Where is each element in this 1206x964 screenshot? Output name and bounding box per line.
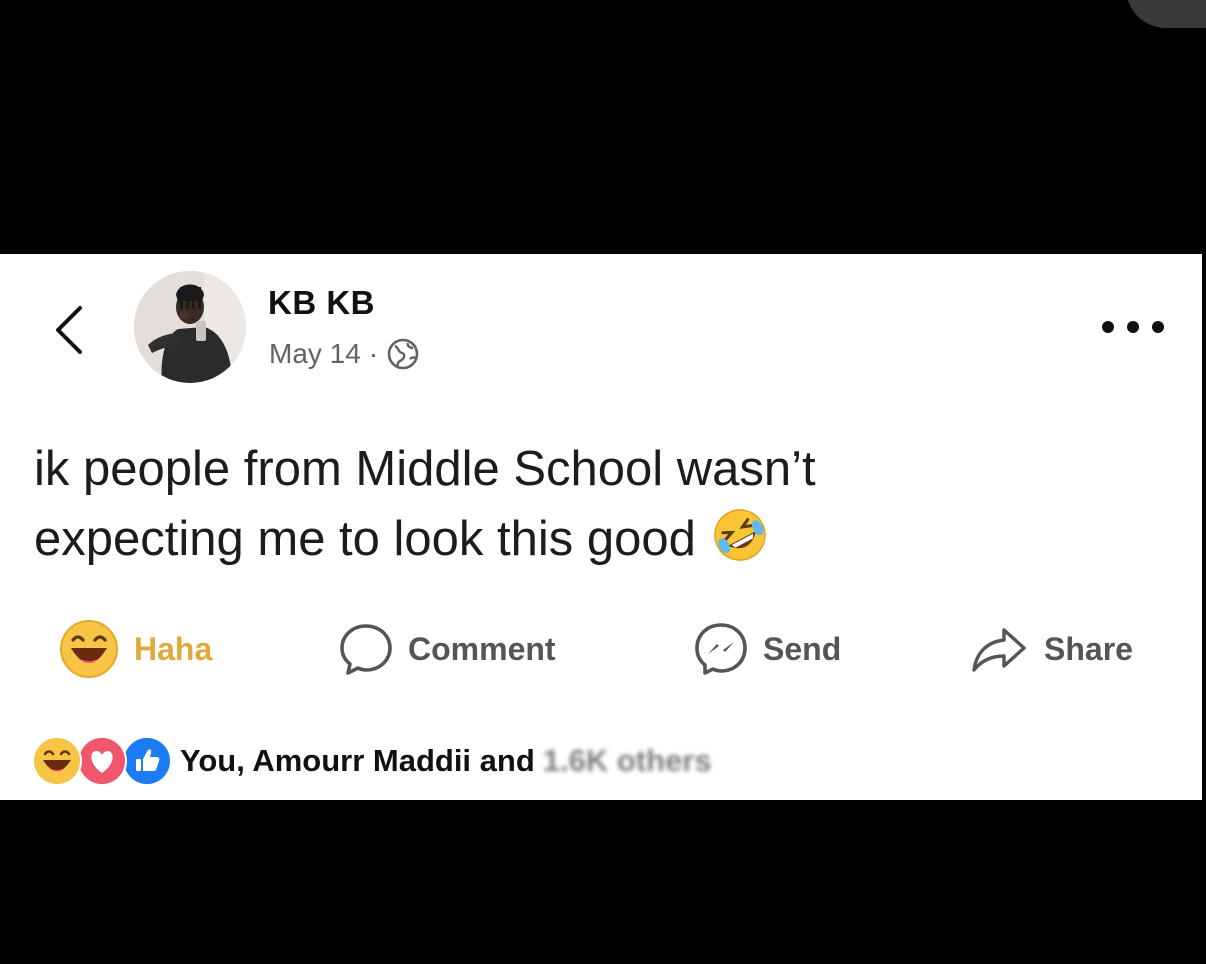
avatar-photo: [134, 271, 246, 383]
send-label: Send: [763, 630, 842, 667]
post-text-line-2: expecting me to look this good: [34, 512, 696, 566]
action-bar: Haha Comment Send Share: [0, 614, 1202, 684]
corner-overlay: [1126, 0, 1206, 28]
more-dot-icon: [1127, 321, 1139, 333]
messenger-icon: [695, 623, 747, 675]
haha-icon: [32, 736, 82, 786]
haha-reaction-button[interactable]: Haha: [58, 614, 212, 684]
haha-icon: [60, 620, 118, 678]
avatar[interactable]: [134, 271, 246, 383]
more-options-button[interactable]: [1102, 310, 1164, 344]
globe-icon: [387, 338, 419, 370]
reactors-count-blurred: 1.6K others: [542, 743, 712, 778]
author-name[interactable]: KB KB: [268, 284, 375, 322]
comment-icon: [340, 624, 392, 675]
more-dot-icon: [1152, 321, 1164, 333]
post-text-line: expecting me to look this good: [34, 504, 1154, 574]
share-icon: [972, 628, 1026, 672]
post-text-line: ik people from Middle School wasn’t: [34, 442, 816, 496]
post-date[interactable]: May 14: [269, 338, 361, 370]
reactions-summary[interactable]: You, Amourr Maddii and 1.6K others: [32, 734, 712, 788]
reactors-text: You, Amourr Maddii and: [180, 743, 535, 778]
reaction-icons: [32, 736, 172, 786]
haha-label: Haha: [134, 630, 213, 667]
chevron-left-icon: [56, 306, 82, 354]
rolling-on-floor-laughing-emoji: [713, 509, 766, 561]
meta-separator: ·: [368, 338, 379, 369]
more-dot-icon: [1102, 321, 1114, 333]
post-text: ik people from Middle School wasn’t expe…: [34, 434, 1154, 574]
comment-label: Comment: [408, 630, 556, 667]
share-label: Share: [1044, 630, 1133, 667]
like-icon: [122, 736, 172, 786]
comment-button[interactable]: Comment: [338, 614, 556, 684]
send-button[interactable]: Send: [693, 614, 841, 684]
share-button[interactable]: Share: [970, 614, 1133, 684]
back-button[interactable]: [44, 300, 94, 360]
love-icon: [77, 736, 127, 786]
post-meta: May 14 ·: [269, 337, 420, 371]
